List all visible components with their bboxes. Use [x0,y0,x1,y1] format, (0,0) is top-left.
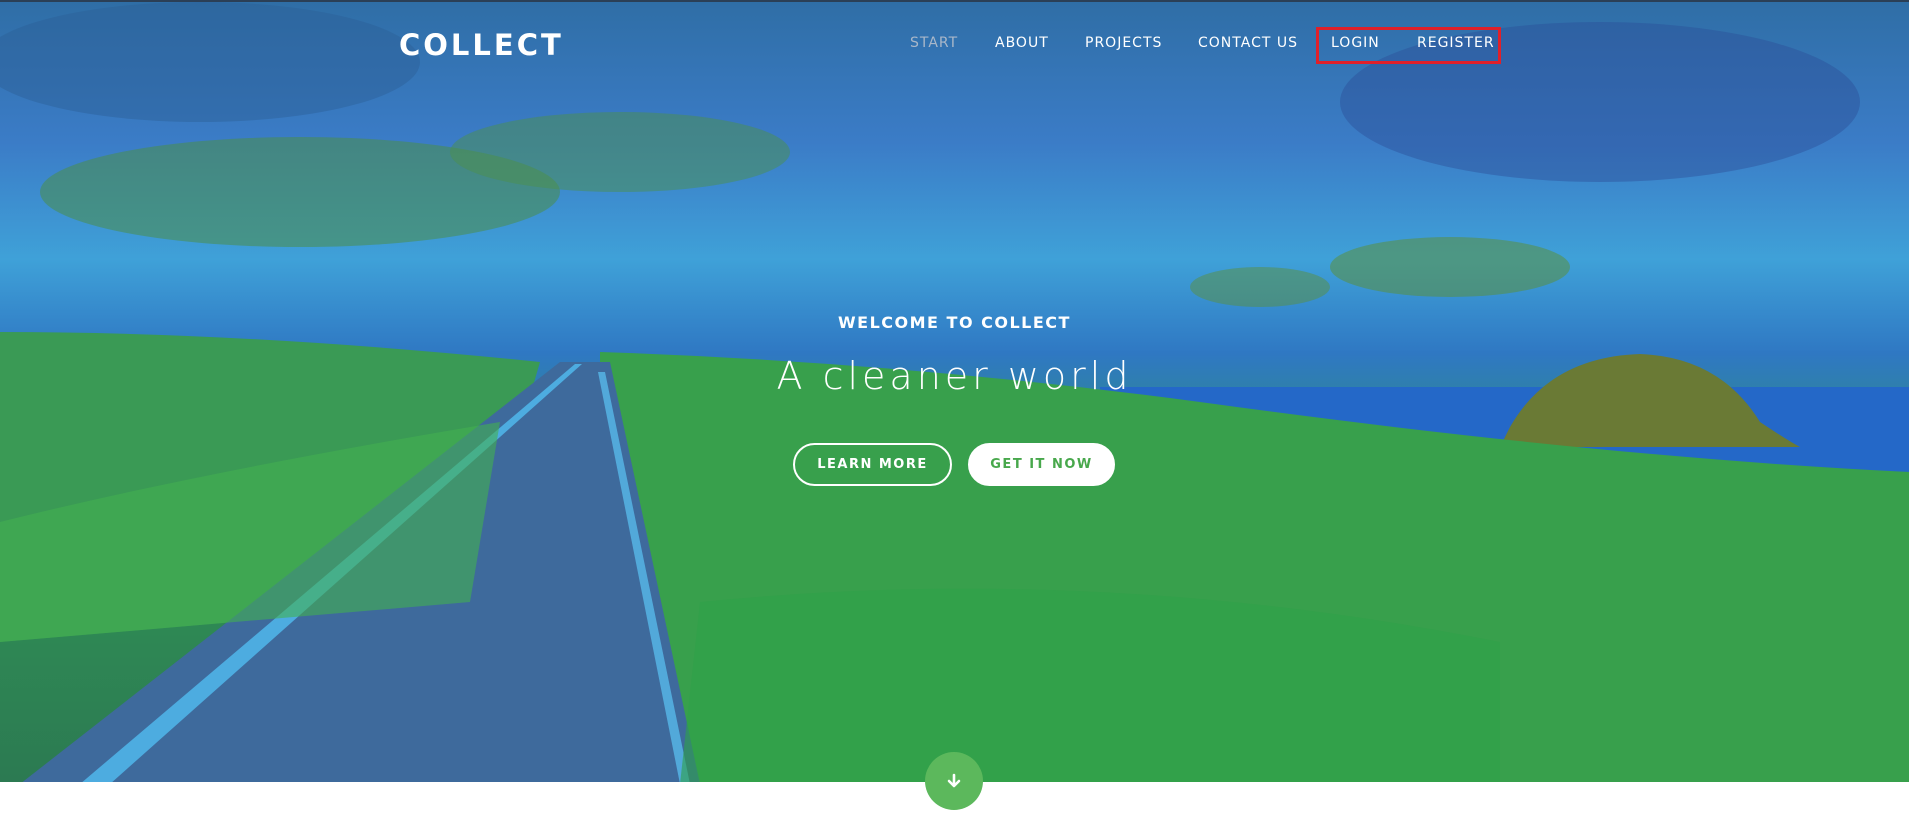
arrow-down-icon [947,773,961,788]
nav-item-projects[interactable]: PROJECTS [1085,35,1162,51]
nav-item-start[interactable]: START [910,35,958,51]
scroll-down-button[interactable] [925,752,983,810]
highlight-box [1316,27,1501,64]
nav-item-about[interactable]: ABOUT [995,35,1049,51]
hero-headline: A cleaner world [776,354,1133,398]
learn-more-button[interactable]: LEARN MORE [793,443,952,486]
hero-eyebrow: WELCOME TO COLLECT [838,313,1071,332]
brand-logo[interactable]: COLLECT [399,28,564,62]
get-it-now-button[interactable]: GET IT NOW [968,443,1115,486]
hero-section: COLLECT START ABOUT PROJECTS CONTACT US … [0,0,1909,782]
nav-item-contact-us[interactable]: CONTACT US [1198,35,1298,51]
